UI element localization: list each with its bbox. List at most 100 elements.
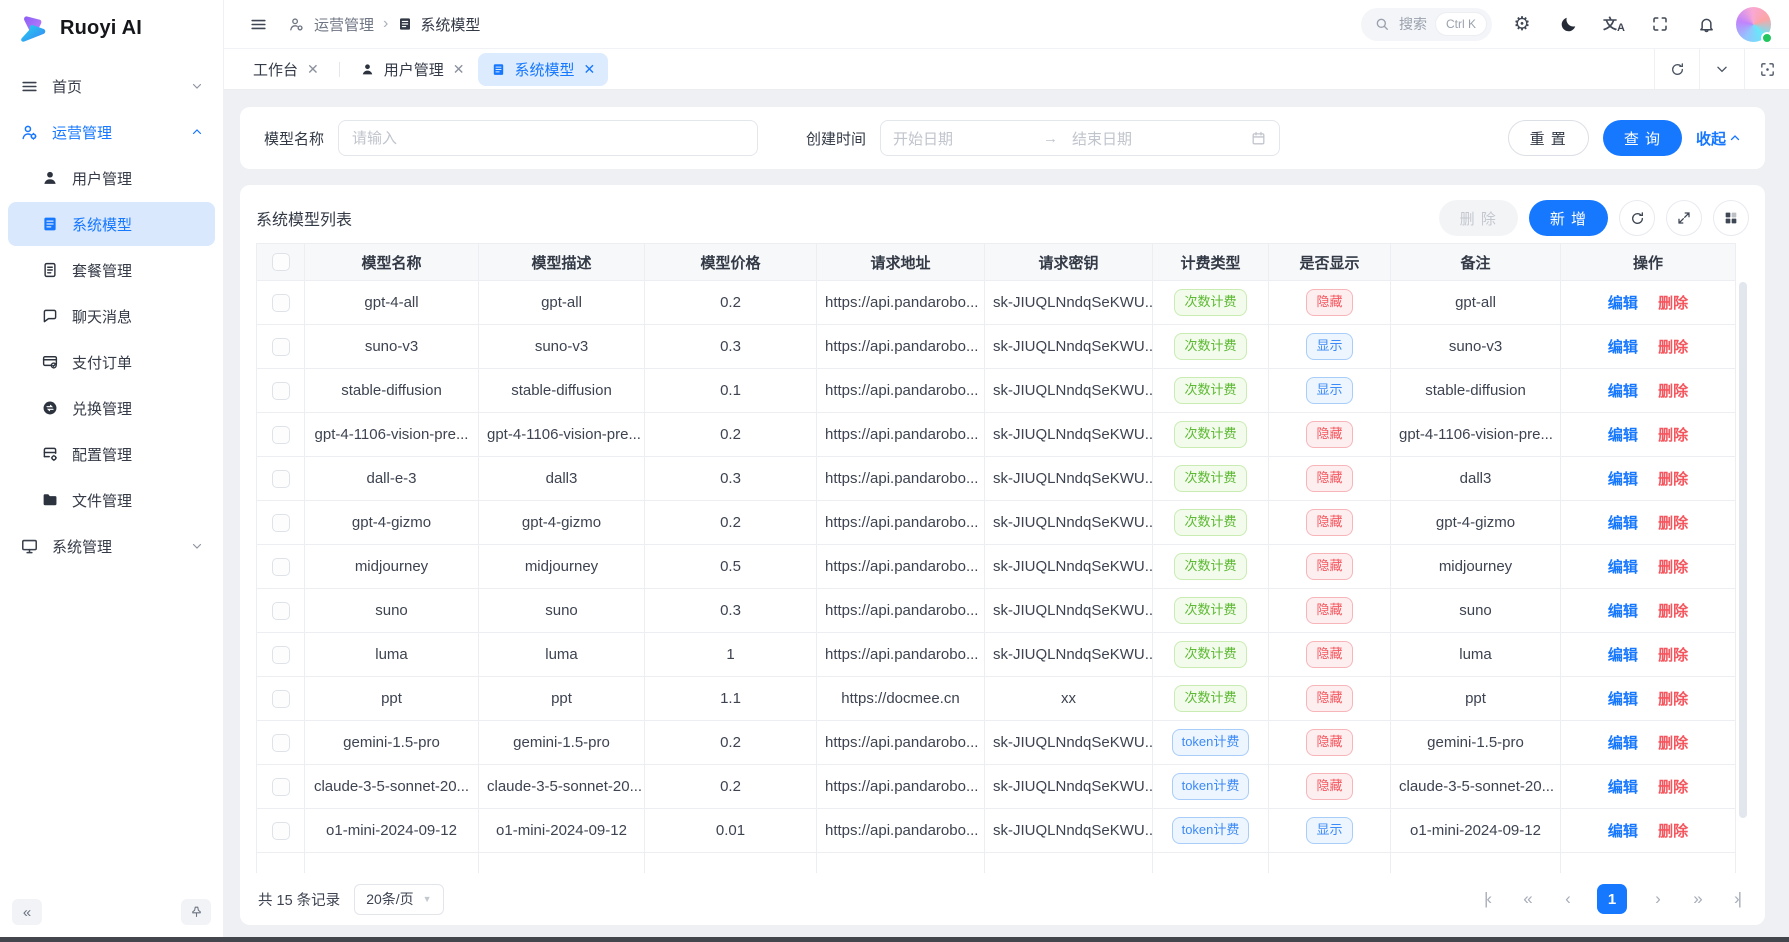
edit-link[interactable]: 编辑	[1608, 427, 1638, 444]
cell-checkbox	[257, 721, 305, 765]
delete-link[interactable]: 删除	[1658, 691, 1688, 708]
search-placeholder: 搜索	[1399, 14, 1427, 34]
row-checkbox[interactable]	[272, 646, 290, 664]
delete-link[interactable]: 删除	[1658, 603, 1688, 620]
cell-model-desc: claude-3-5-sonnet-20...	[479, 765, 645, 809]
sidebar-item-exchange-management[interactable]: 兑换管理	[8, 386, 215, 430]
edit-link[interactable]: 编辑	[1608, 559, 1638, 576]
sidebar-group-operations[interactable]: 运营管理	[8, 110, 215, 154]
refresh-icon[interactable]	[1619, 200, 1655, 236]
row-checkbox[interactable]	[272, 822, 290, 840]
delete-link[interactable]: 删除	[1658, 735, 1688, 752]
edit-link[interactable]: 编辑	[1608, 647, 1638, 664]
table-vertical-scrollbar[interactable]	[1739, 282, 1747, 871]
edit-link[interactable]: 编辑	[1608, 339, 1638, 356]
edit-link[interactable]: 编辑	[1608, 471, 1638, 488]
edit-link[interactable]: 编辑	[1608, 383, 1638, 400]
tab-user-management[interactable]: 用户管理 ✕	[347, 53, 478, 86]
delete-link[interactable]: 删除	[1658, 339, 1688, 356]
close-icon[interactable]: ✕	[584, 62, 596, 76]
close-icon[interactable]: ✕	[307, 62, 319, 76]
sidebar-item-package-management[interactable]: 套餐管理	[8, 248, 215, 292]
collapse-filter-link[interactable]: 收起	[1696, 128, 1741, 149]
delete-link[interactable]: 删除	[1658, 823, 1688, 840]
tab-system-model[interactable]: 系统模型 ✕	[478, 53, 609, 86]
sidebar-item-user-management[interactable]: 用户管理	[8, 156, 215, 200]
close-icon[interactable]: ✕	[453, 62, 465, 76]
search-button[interactable]: 查 询	[1603, 120, 1682, 156]
sidebar-item-chat-messages[interactable]: 聊天消息	[8, 294, 215, 338]
add-button[interactable]: 新 增	[1529, 200, 1608, 236]
pager-last-button[interactable]: ›|	[1727, 889, 1747, 909]
cell-model-desc: gemini-1.5-pro	[479, 721, 645, 765]
notifications-bell-icon[interactable]	[1690, 8, 1722, 40]
delete-link[interactable]: 删除	[1658, 383, 1688, 400]
pager-current-page[interactable]: 1	[1597, 884, 1627, 914]
row-checkbox[interactable]	[272, 558, 290, 576]
refresh-icon[interactable]	[1654, 49, 1699, 89]
row-checkbox[interactable]	[272, 382, 290, 400]
row-checkbox[interactable]	[272, 602, 290, 620]
sidebar-item-label: 配置管理	[72, 444, 132, 465]
sidebar-item-file-management[interactable]: 文件管理	[8, 478, 215, 522]
delete-link[interactable]: 删除	[1658, 427, 1688, 444]
hamburger-menu-icon[interactable]	[242, 8, 274, 40]
edit-link[interactable]: 编辑	[1608, 735, 1638, 752]
row-checkbox[interactable]	[272, 514, 290, 532]
row-checkbox[interactable]	[272, 338, 290, 356]
fullscreen-icon[interactable]	[1644, 8, 1676, 40]
edit-link[interactable]: 编辑	[1608, 691, 1638, 708]
sidebar-group-system[interactable]: 系统管理	[8, 524, 215, 568]
tab-workbench[interactable]: 工作台 ✕	[240, 53, 332, 86]
batch-delete-button[interactable]: 删 除	[1439, 200, 1518, 236]
breadcrumb-item[interactable]: 运营管理	[314, 14, 374, 35]
delete-link[interactable]: 删除	[1658, 779, 1688, 796]
billing-type-badge: 次数计费	[1174, 333, 1246, 359]
date-range-picker[interactable]: 开始日期 → 结束日期	[880, 120, 1280, 156]
dark-mode-moon-icon[interactable]	[1552, 8, 1584, 40]
edit-link[interactable]: 编辑	[1608, 823, 1638, 840]
cell-remark: gpt-4-1106-vision-pre...	[1391, 413, 1561, 457]
pager-fast-prev-button[interactable]: «	[1517, 889, 1537, 909]
edit-link[interactable]: 编辑	[1608, 515, 1638, 532]
delete-link[interactable]: 删除	[1658, 471, 1688, 488]
row-checkbox[interactable]	[272, 470, 290, 488]
pager-next-button[interactable]: ›	[1647, 889, 1667, 909]
row-checkbox[interactable]	[272, 778, 290, 796]
cell-model-name: gemini-1.5-pro	[305, 721, 479, 765]
pager-fast-next-button[interactable]: »	[1687, 889, 1707, 909]
sidebar-item-home[interactable]: 首页	[8, 64, 215, 108]
reset-button[interactable]: 重 置	[1508, 120, 1589, 156]
delete-link[interactable]: 删除	[1658, 515, 1688, 532]
translate-icon[interactable]: 文A	[1598, 8, 1630, 40]
focus-mode-icon[interactable]	[1744, 49, 1789, 89]
sidebar-pin-icon[interactable]	[181, 899, 211, 925]
edit-link[interactable]: 编辑	[1608, 603, 1638, 620]
edit-link[interactable]: 编辑	[1608, 295, 1638, 312]
sidebar-item-payment-orders[interactable]: 支付订单	[8, 340, 215, 384]
pager-first-button[interactable]: |‹	[1477, 889, 1497, 909]
row-checkbox[interactable]	[272, 426, 290, 444]
row-checkbox[interactable]	[272, 294, 290, 312]
pager-prev-button[interactable]: ‹	[1557, 889, 1577, 909]
app-logo[interactable]: Ruoyi AI	[0, 0, 223, 56]
sidebar-item-system-model[interactable]: 系统模型	[8, 202, 215, 246]
expand-icon[interactable]	[1666, 200, 1702, 236]
delete-link[interactable]: 删除	[1658, 559, 1688, 576]
column-settings-icon[interactable]	[1713, 200, 1749, 236]
settings-gear-icon[interactable]: ⚙	[1506, 8, 1538, 40]
sidebar-item-config-management[interactable]: 配置管理	[8, 432, 215, 476]
global-search[interactable]: 搜索 Ctrl K	[1361, 8, 1492, 41]
delete-link[interactable]: 删除	[1658, 295, 1688, 312]
visible-badge: 隐藏	[1306, 729, 1352, 755]
row-checkbox[interactable]	[272, 734, 290, 752]
user-avatar[interactable]	[1736, 7, 1771, 42]
edit-link[interactable]: 编辑	[1608, 779, 1638, 796]
delete-link[interactable]: 删除	[1658, 647, 1688, 664]
sidebar-collapse-button[interactable]: «	[12, 899, 42, 925]
page-size-select[interactable]: 20条/页 ▼	[354, 884, 443, 915]
chevron-down-icon[interactable]	[1699, 49, 1744, 89]
select-all-checkbox[interactable]	[272, 253, 290, 271]
model-name-input[interactable]	[338, 120, 758, 156]
row-checkbox[interactable]	[272, 690, 290, 708]
